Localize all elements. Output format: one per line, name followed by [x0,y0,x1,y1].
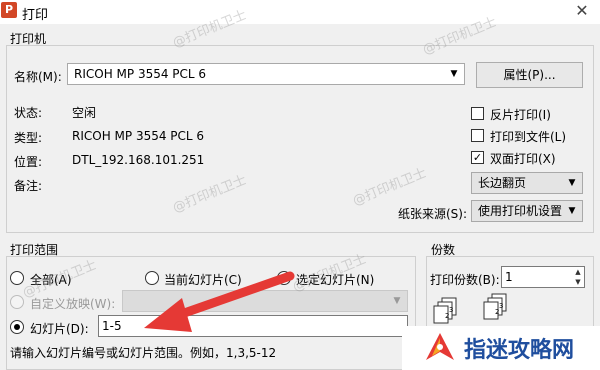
chevron-down-icon: ▼ [568,206,576,216]
window-title: 打印 [22,8,49,23]
radio-all[interactable] [10,271,24,285]
radio-all-label: 全部(A) [30,273,72,287]
svg-text:3: 3 [499,302,503,310]
radio-custom-show-label: 自定义放映(W): [30,297,116,311]
radio-custom-show[interactable] [10,295,24,309]
printer-name-label: 名称(M): [14,70,62,84]
radio-slides[interactable] [10,320,24,334]
annotation-arrow-icon [144,271,295,332]
print-to-file-label: 打印到文件(L) [490,130,567,144]
brand-name: 指迷攻略网 [464,337,575,363]
duplex-mode-select[interactable]: 长边翻页 ▼ [471,172,583,194]
duplex-checkbox[interactable]: ✓ [471,151,484,164]
checkmark-icon: ✓ [472,151,483,164]
title-bar: P 打印 ✕ [0,0,600,24]
close-icon[interactable]: ✕ [572,1,592,21]
paper-source-value: 使用打印机设置 [478,204,563,218]
properties-button[interactable]: 属性(P)... [476,62,583,88]
type-value: RICOH MP 3554 PCL 6 [72,129,205,143]
status-label: 状态: [14,106,43,120]
print-to-file-checkbox[interactable] [471,129,484,142]
type-label: 类型: [14,131,43,145]
copies-count-label: 打印份数(B): [430,273,500,287]
radio-selected-dot [14,324,20,330]
chevron-down-icon: ▼ [568,178,576,188]
range-hint: 请输入幻灯片编号或幻灯片范围。例如，1,3,5-12 [10,346,277,360]
reverse-print-label: 反片打印(I) [490,108,551,122]
chevron-down-icon: ▼ [450,69,458,79]
svg-text:3: 3 [449,306,453,314]
brand-badge: 指迷攻略网 [402,326,600,370]
copies-count-value: 1 [505,270,513,284]
location-value: DTL_192.168.101.251 [72,153,205,167]
app-icon: P [1,2,17,18]
brand-logo-icon [426,333,454,360]
status-value: 空闲 [72,106,97,120]
spin-up-icon[interactable]: ▲ [572,267,584,277]
location-label: 位置: [14,155,43,169]
radio-slides-label: 幻灯片(D): [30,322,89,336]
paper-source-label: 纸张来源(S): [398,207,468,221]
duplex-mode-value: 长边翻页 [478,176,527,190]
reverse-print-checkbox[interactable] [471,107,484,120]
collate-pages-icon: 2 3 [483,293,507,320]
paper-source-select[interactable]: 使用打印机设置 ▼ [471,200,583,222]
copies-count-input[interactable]: 1 ▲ ▼ [501,266,585,288]
chevron-down-icon: ▼ [393,296,401,306]
printer-name-value: RICOH MP 3554 PCL 6 [74,67,207,81]
comment-label: 备注: [14,179,43,193]
spin-down-icon[interactable]: ▼ [572,277,584,287]
duplex-label: 双面打印(X) [490,152,556,166]
collate-pages-icon: 2 3 [433,297,457,324]
printer-name-select[interactable]: RICOH MP 3554 PCL 6 ▼ [67,63,465,85]
